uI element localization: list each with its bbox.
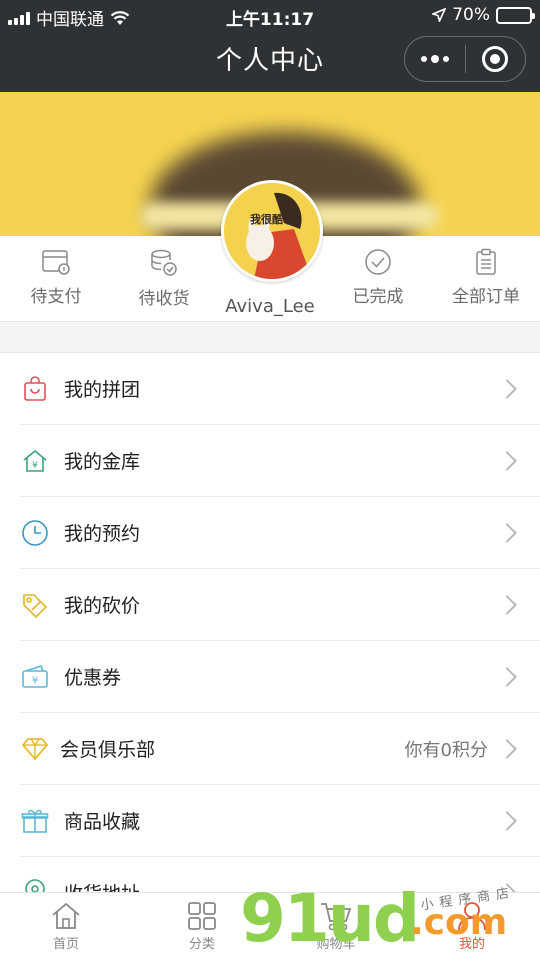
status-bar: 中国联通 上午11:17 70%: [0, 0, 540, 30]
avatar-text: 我很酷啊: [250, 213, 294, 226]
clock-icon: [20, 518, 50, 548]
chevron-right-icon: [497, 594, 517, 615]
tab-label: 我的: [458, 937, 485, 952]
tab-label: 首页: [52, 937, 79, 952]
vault-house-icon: ¥: [20, 446, 50, 476]
grid-icon: [188, 902, 216, 930]
tab-home[interactable]: 首页: [12, 901, 120, 952]
wallet-icon: [42, 250, 70, 275]
target-icon: [482, 46, 509, 72]
location-arrow-icon: [432, 8, 447, 22]
svg-text:¥: ¥: [32, 461, 38, 471]
menu-item-label: 会员俱乐部: [60, 739, 156, 761]
shopping-bag-icon: [20, 374, 50, 404]
menu-item-label: 我的预约: [64, 523, 141, 545]
menu-item-member-club[interactable]: 会员俱乐部 你有0积分: [20, 713, 540, 785]
more-dots-icon: [420, 55, 449, 63]
avatar-illustration: [224, 183, 320, 279]
menu-item-address[interactable]: 收货地址: [20, 857, 540, 892]
diamond-icon: [20, 734, 50, 764]
avatar[interactable]: 我很酷啊: [221, 180, 323, 282]
coupon-icon: ¥: [20, 662, 50, 692]
tab-bar: 首页 分类 购物车 我的: [0, 892, 540, 960]
menu-item-reservation[interactable]: 我的预约: [20, 497, 540, 569]
battery-percent: 70%: [452, 5, 490, 25]
menu-item-favorites[interactable]: 商品收藏: [20, 785, 540, 857]
miniprogram-capsule: [404, 36, 526, 82]
tab-category[interactable]: 分类: [148, 901, 256, 952]
menu-item-label: 优惠券: [64, 667, 122, 689]
more-button[interactable]: [405, 37, 465, 81]
top-bar: 中国联通 上午11:17 70% 个人中心: [0, 0, 540, 92]
tab-mine[interactable]: 我的: [418, 901, 526, 952]
menu-list: 我的拼团 ¥ 我的金库 我的预约 我的砍价 ¥ 优惠券 会员俱乐部 你有0积分 …: [0, 352, 540, 892]
cart-icon: [321, 903, 352, 931]
svg-text:¥: ¥: [32, 675, 38, 686]
username: Aviva_Lee: [225, 296, 315, 317]
chevron-right-icon: [497, 882, 517, 892]
points-text: 你有0积分: [404, 739, 488, 761]
menu-item-label: 收货地址: [64, 879, 500, 892]
coins-icon: [151, 249, 177, 276]
home-icon: [52, 902, 80, 929]
battery-icon: [496, 6, 535, 24]
location-icon: [20, 878, 50, 892]
chevron-right-icon: [497, 738, 517, 759]
price-tag-icon: [20, 590, 50, 620]
chevron-right-icon: [497, 810, 517, 831]
menu-item-bargain[interactable]: 我的砍价: [20, 569, 540, 641]
menu-item-coupon[interactable]: ¥ 优惠券: [20, 641, 540, 713]
menu-item-label: 我的金库: [64, 451, 141, 473]
tab-cart[interactable]: 购物车: [282, 901, 390, 952]
gift-icon: [20, 806, 50, 836]
chevron-right-icon: [497, 450, 517, 471]
menu-item-label: 我的拼团: [64, 379, 141, 401]
page: 中国联通 上午11:17 70% 个人中心 待支付 待收货 已完成 全部订单 我…: [0, 0, 540, 960]
menu-item-group-buy[interactable]: 我的拼团: [20, 353, 540, 425]
tab-label: 分类: [188, 937, 215, 952]
chevron-right-icon: [497, 666, 517, 687]
menu-item-label: 我的砍价: [64, 595, 141, 617]
clipboard-icon: [476, 248, 496, 275]
chevron-right-icon: [497, 378, 517, 399]
menu-item-vault[interactable]: ¥ 我的金库: [20, 425, 540, 497]
chevron-right-icon: [497, 522, 517, 543]
check-circle-icon: [365, 249, 391, 275]
close-miniprogram-button[interactable]: [466, 37, 526, 81]
menu-item-label: 商品收藏: [64, 811, 141, 833]
user-icon: [458, 902, 486, 931]
tab-label: 购物车: [316, 937, 356, 952]
